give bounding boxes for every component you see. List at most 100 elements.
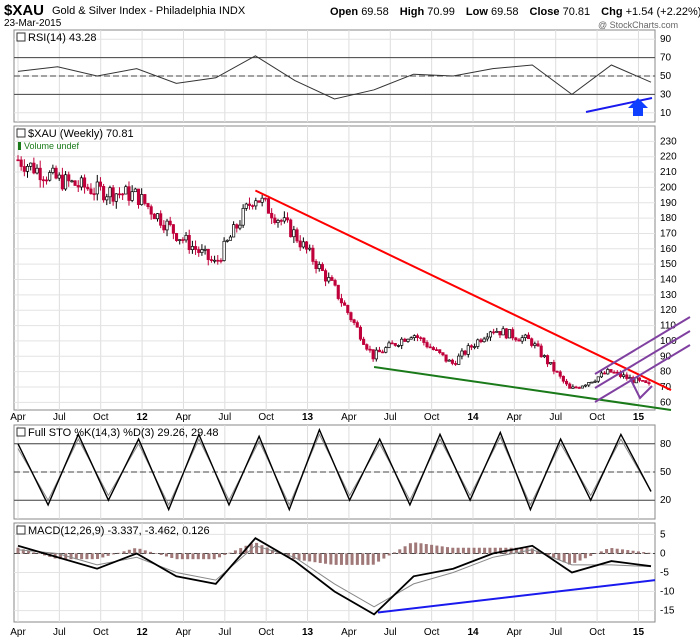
price-bar-body	[422, 337, 426, 343]
stock-chart: $XAU Gold & Silver Index - Philadelphia …	[0, 0, 700, 639]
macd-hist-bar	[127, 549, 131, 554]
macd-hist-bar	[170, 553, 174, 559]
price-bar-body	[381, 351, 385, 354]
price-bar-body	[428, 346, 432, 349]
macd-hist-bar	[387, 553, 391, 556]
macd-hist-bar	[355, 553, 359, 565]
price-bar-body	[301, 241, 305, 248]
price-bar-body	[181, 239, 185, 241]
macd-hist-bar	[626, 550, 630, 554]
price-bar-body	[16, 159, 20, 162]
price-ytick: 230	[660, 136, 677, 147]
macd-hist-bar	[16, 547, 20, 554]
price-bar-body	[155, 213, 160, 220]
price-bar-body	[520, 337, 524, 342]
price-xtick: Apr	[176, 412, 192, 423]
price-bar-body	[599, 372, 603, 378]
macd-xtick: Apr	[10, 627, 26, 638]
price-bar-body	[213, 259, 217, 262]
macd-hist-bar	[122, 551, 126, 554]
price-bar-body	[362, 338, 366, 345]
price-bar-body	[64, 174, 68, 190]
macd-hist-bar	[154, 553, 158, 554]
price-bar-body	[187, 234, 191, 251]
macd-hist-bar	[419, 543, 423, 554]
price-xtick: 12	[137, 412, 149, 423]
price-ytick: 150	[660, 259, 677, 270]
price-bar-body	[92, 193, 96, 196]
price-bar-body	[117, 193, 122, 196]
price-bar-body	[295, 229, 299, 242]
price-bar-body	[105, 196, 109, 201]
price-bar-body	[257, 200, 261, 203]
price-bar-body	[355, 322, 359, 328]
price-ytick: 220	[660, 152, 677, 163]
rsi-legend-swatch	[16, 32, 26, 42]
price-bar-body	[168, 220, 172, 225]
macd-ytick: -10	[660, 587, 675, 598]
price-ytick: 190	[660, 198, 677, 209]
price-bar-body	[304, 241, 309, 250]
macd-hist-bar	[85, 553, 89, 560]
price-bar-body	[511, 329, 515, 339]
price-bar-body	[406, 338, 410, 342]
price-bar-body	[29, 162, 33, 167]
price-bar-body	[254, 200, 258, 207]
macd-hist-bar	[430, 544, 434, 554]
price-bar-body	[178, 239, 182, 241]
macd-hist-bar	[392, 552, 396, 554]
price-bar-body	[390, 342, 394, 345]
rsi-title: RSI(14) 43.28	[28, 32, 96, 44]
macd-hist-bar	[382, 553, 386, 559]
macd-hist-bar	[106, 553, 110, 556]
price-bar-body	[159, 213, 163, 226]
price-bar-body	[485, 336, 489, 340]
price-bar-body	[114, 193, 118, 202]
rsi-ytick: 30	[660, 89, 672, 100]
price-bar-body	[219, 260, 223, 262]
price-bar-body	[466, 345, 470, 355]
price-bar-body	[190, 246, 194, 251]
price-bar-body	[48, 172, 52, 181]
price-bar-body	[333, 280, 337, 286]
macd-hist-bar	[610, 548, 614, 554]
macd-xtick: Jul	[549, 627, 562, 638]
price-bar-body	[76, 185, 80, 188]
price-panel	[13, 125, 656, 411]
price-bar-body	[152, 213, 156, 220]
price-bar-body	[612, 371, 616, 374]
macd-hist-bar	[451, 547, 455, 554]
price-bar-body	[637, 377, 642, 381]
price-bar-body	[463, 350, 467, 355]
price-bar-body	[171, 224, 175, 234]
macd-hist-bar	[37, 553, 41, 554]
price-bar-body	[320, 264, 324, 271]
macd-hist-bar	[488, 547, 492, 554]
price-bar-body	[625, 374, 629, 379]
price-bar-body	[162, 224, 166, 231]
price-xtick: Apr	[507, 412, 523, 423]
price-bar-body	[574, 386, 578, 389]
price-bar-body	[54, 167, 58, 179]
price-bar-body	[327, 277, 331, 282]
macd-hist-bar	[583, 553, 587, 559]
price-bar-body	[545, 355, 550, 365]
price-xtick: Oct	[93, 412, 109, 423]
macd-xtick: 14	[467, 627, 479, 638]
macd-xtick: Apr	[341, 627, 357, 638]
macd-hist-bar	[80, 553, 84, 560]
price-bar-body	[482, 338, 486, 343]
macd-hist-bar	[138, 548, 142, 554]
price-bar-body	[441, 352, 445, 356]
macd-hist-bar	[361, 553, 365, 565]
price-bar-body	[165, 220, 169, 231]
price-bar-body	[311, 247, 315, 262]
price-bar-body	[111, 187, 115, 202]
macd-hist-bar	[562, 553, 566, 563]
price-bar-body	[263, 197, 267, 200]
price-bar-body	[70, 180, 74, 183]
macd-hist-bar	[260, 545, 264, 554]
price-bar-body	[270, 212, 274, 219]
macd-hist-bar	[217, 553, 221, 558]
macd-xtick: Oct	[258, 627, 274, 638]
